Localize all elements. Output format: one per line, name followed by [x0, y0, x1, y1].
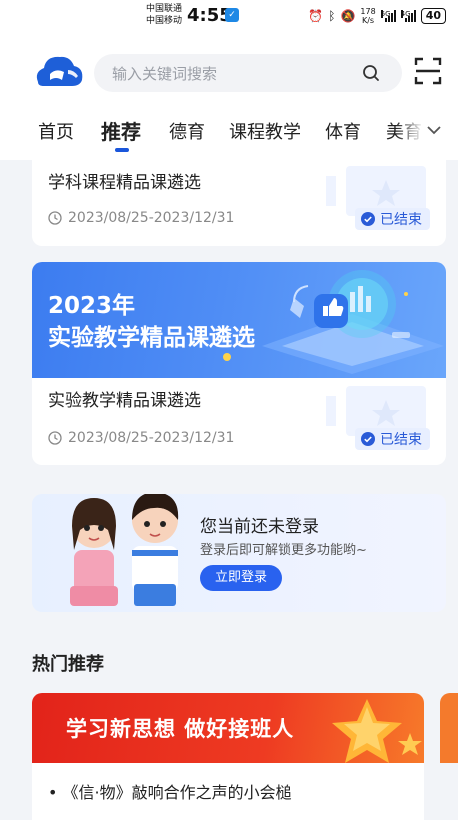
course-date: 2023/08/25-2023/12/31 [48, 210, 234, 226]
status-bar: 中国联通 中国移动 4:55 ✓ ⏰ ᛒ 🔕 178 K/s 5G 4G 40 [0, 0, 458, 32]
login-button[interactable]: 立即登录 [200, 565, 282, 591]
app-logo-icon[interactable] [32, 52, 84, 90]
signal-sim2-icon: 4G [400, 10, 416, 22]
banner-title-line2: 实验教学精品课遴选 [48, 325, 255, 351]
clock-icon [48, 211, 62, 225]
scan-icon[interactable] [414, 56, 442, 86]
battery-indicator: 40 [420, 8, 446, 24]
kids-illustration [70, 494, 179, 606]
login-prompt-card: 您当前还未登录 登录后即可解锁更多功能哟~ 立即登录 [32, 494, 446, 612]
status-badge: 已结束 [355, 428, 430, 450]
course-card[interactable]: 2023年 实验教学精品课遴选 实验教学精品课遴选 2023/08/25-202… [32, 262, 446, 465]
section-title-hot: 热门推荐 [32, 654, 104, 675]
carrier-info: 中国联通 中国移动 [146, 3, 182, 27]
carrier-1: 中国联通 [146, 4, 183, 14]
system-icons: ⏰ ᛒ 🔕 178 K/s 5G 4G 40 [308, 7, 446, 25]
bluetooth-icon: ᛒ [328, 9, 336, 23]
tab-course-teaching[interactable]: 课程教学 [229, 118, 301, 144]
course-title: 实验教学精品课遴选 [48, 391, 201, 411]
app-notification-icon: ✓ [225, 8, 239, 22]
next-hot-card-peek[interactable] [440, 693, 458, 763]
hot-banner-text: 学习新思想 做好接班人 [66, 717, 295, 741]
alarm-icon: ⏰ [308, 9, 324, 23]
search-bar[interactable]: 输入关键词搜索 [94, 54, 402, 92]
login-subtitle: 登录后即可解锁更多功能哟~ [200, 543, 367, 558]
clock-icon [48, 431, 62, 445]
course-title: 学科课程精品课遴选 [48, 173, 201, 193]
app-header: 输入关键词搜索 首页 推荐 德育 课程教学 体育 美育 [0, 32, 458, 160]
hot-card[interactable]: 学习新思想 做好接班人 • 《信·物》敲响合作之声的小会槌 [32, 693, 424, 820]
tab-sports[interactable]: 体育 [325, 118, 361, 144]
course-card[interactable]: 学科课程精品课遴选 2023/08/25-2023/12/31 已结束 [32, 160, 446, 246]
banner-title-line1: 2023年 [48, 293, 136, 319]
status-badge: 已结束 [355, 208, 430, 230]
tab-home[interactable]: 首页 [38, 118, 74, 144]
check-circle-icon [361, 212, 375, 226]
hot-item-title[interactable]: • 《信·物》敲响合作之声的小会槌 [48, 779, 292, 803]
hot-banner: 学习新思想 做好接班人 [32, 693, 424, 763]
course-banner: 2023年 实验教学精品课遴选 [32, 262, 446, 378]
tab-recommend[interactable]: 推荐 [101, 116, 141, 145]
mute-icon: 🔕 [340, 9, 356, 23]
tab-moral-education[interactable]: 德育 [169, 118, 205, 144]
course-date: 2023/08/25-2023/12/31 [48, 430, 234, 446]
search-placeholder: 输入关键词搜索 [112, 65, 218, 83]
active-tab-indicator [115, 148, 129, 152]
search-icon[interactable] [362, 64, 380, 82]
category-tabs: 首页 推荐 德育 课程教学 体育 美育 [0, 112, 458, 152]
carrier-2: 中国移动 [146, 16, 183, 26]
signal-sim1-icon: 5G [380, 10, 396, 22]
chevron-down-icon[interactable] [426, 122, 442, 138]
network-speed: 178 K/s [360, 7, 376, 25]
check-circle-icon [361, 432, 375, 446]
login-title: 您当前还未登录 [200, 517, 319, 537]
